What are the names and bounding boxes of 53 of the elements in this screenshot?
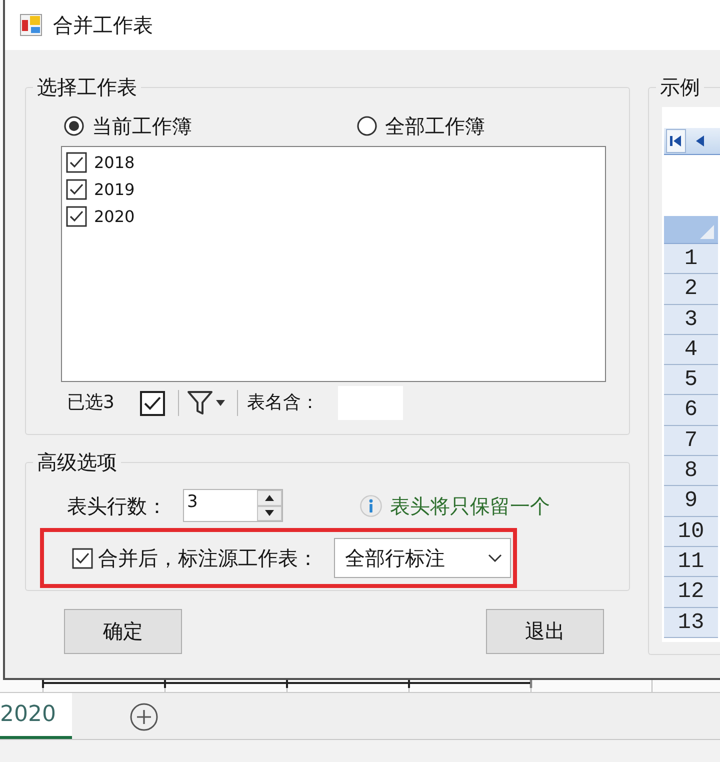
- spin-down-button[interactable]: [257, 506, 282, 521]
- mark-mode-dropdown[interactable]: 全部行标注: [334, 538, 511, 578]
- selected-count: 已选3: [67, 391, 116, 415]
- chevron-down-icon: [488, 554, 502, 562]
- mark-source-label[interactable]: 合并后，标注源工作表：: [98, 545, 334, 571]
- check-all-icon[interactable]: [140, 390, 165, 416]
- group-title: 示例: [659, 74, 701, 101]
- row-header: 7: [664, 426, 718, 456]
- info-icon: [360, 494, 382, 516]
- filter-label: 表名含：: [247, 391, 320, 415]
- radio-button[interactable]: [357, 116, 377, 136]
- first-record-icon[interactable]: [666, 129, 686, 153]
- radio-label[interactable]: 当前工作簿: [92, 114, 192, 138]
- funnel-icon: [187, 390, 213, 416]
- checkbox[interactable]: [72, 548, 93, 568]
- spin-up-button[interactable]: [257, 490, 282, 506]
- checkbox[interactable]: [66, 179, 87, 200]
- row-header: 4: [664, 334, 718, 366]
- header-rows-label: 表头行数：: [67, 492, 168, 518]
- sheet-name[interactable]: 2018: [94, 152, 135, 172]
- group-title: 高级选项: [36, 449, 118, 476]
- checkbox[interactable]: [66, 152, 87, 173]
- caret-icon: [216, 400, 225, 406]
- row-header: 10: [664, 516, 718, 547]
- radio-label[interactable]: 全部工作簿: [385, 114, 485, 138]
- checkbox[interactable]: [66, 206, 87, 227]
- sheet-name[interactable]: 2020: [94, 206, 135, 226]
- filter-button[interactable]: [187, 389, 228, 417]
- row-header: 13: [664, 608, 718, 638]
- corner-triangle-icon: [700, 225, 714, 239]
- row-header: 3: [664, 304, 718, 335]
- dialog-button[interactable]: 退出: [486, 609, 604, 654]
- row-header: 5: [664, 365, 718, 396]
- left-triangle-icon[interactable]: [695, 135, 705, 147]
- dialog-button[interactable]: 确定: [64, 609, 182, 654]
- row-header: 8: [664, 456, 718, 486]
- radio-button[interactable]: [64, 116, 84, 136]
- app-icon: [20, 14, 42, 36]
- hint-text: 表头将只保留一个: [390, 492, 550, 518]
- header-rows-field[interactable]: 3: [183, 489, 283, 522]
- row-header: 9: [664, 486, 718, 517]
- down-triangle-icon: [265, 510, 274, 516]
- group-title: 选择工作表: [36, 74, 138, 101]
- window-title: 合并工作表: [53, 12, 153, 38]
- row-header: 2: [664, 274, 718, 305]
- up-triangle-icon: [265, 494, 274, 501]
- row-header: 1: [664, 244, 718, 274]
- sheet-name[interactable]: 2019: [94, 180, 135, 200]
- sheet-tab[interactable]: 2020: [0, 693, 72, 739]
- plus-circle-icon[interactable]: [130, 703, 158, 731]
- row-header: 11: [664, 546, 718, 578]
- row-header: 12: [664, 577, 718, 608]
- row-header: 6: [664, 395, 718, 426]
